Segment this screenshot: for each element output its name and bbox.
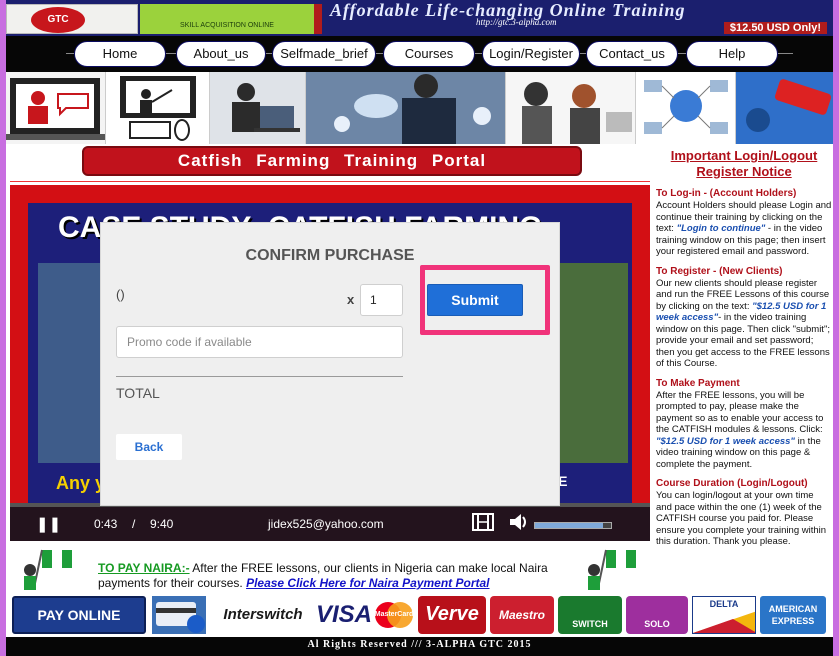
notice-highlight-text: "$12.5 USD for 1 week access"	[656, 435, 795, 447]
laptop-user-icon	[232, 83, 300, 132]
main-nav: Home About_us Selfmade_brief Courses Log…	[6, 36, 833, 72]
nav-about-us[interactable]: About_us	[176, 41, 266, 67]
login-notice-panel: Important Login/Logout Register Notice T…	[656, 148, 832, 548]
laptop-user-photo	[210, 72, 306, 144]
presenter-image	[106, 72, 210, 144]
solo-logo: SOLO	[626, 596, 688, 634]
banner-price: $12.50 USD Only!	[723, 22, 827, 34]
volume-fill	[535, 523, 604, 528]
page: GTC SKILL ACQUISITION ONLINE Affordable …	[6, 0, 833, 656]
portal-title: Catfish Farming Training Portal	[82, 146, 582, 176]
modal-title: CONFIRM PURCHASE	[245, 247, 415, 264]
delta-logo: DELTA	[692, 596, 756, 634]
nav-selfmade-brief[interactable]: Selfmade_brief	[272, 41, 376, 67]
online-training-image	[736, 72, 833, 144]
support-agents-photo	[506, 72, 636, 144]
confirm-purchase-modal: CONFIRM PURCHASE () x Submit TOTAL Back	[100, 222, 560, 506]
banner-divider	[314, 4, 322, 34]
video-right-thumb	[548, 263, 628, 463]
visa-logo: VISA	[316, 601, 372, 628]
video-controls: ❚❚ 0:43 / 9:40 jidex525@yahoo.com	[10, 503, 650, 541]
volume-slider[interactable]	[534, 522, 612, 529]
pause-icon[interactable]: ❚❚	[36, 515, 61, 533]
card-padlock-icon	[152, 596, 206, 634]
notice-sections: To Log-in - (Account Holders) Account Hol…	[656, 188, 832, 548]
notice-text: You can login/logout at your own time an…	[656, 490, 827, 547]
current-time: 0:43	[94, 517, 118, 531]
mastercard-text: MasterCard	[374, 611, 414, 618]
top-banner: GTC SKILL ACQUISITION ONLINE Affordable …	[6, 0, 833, 36]
notice-heading[interactable]: Important Login/Logout Register Notice	[656, 148, 832, 180]
notice-section-body: Our new clients should please register a…	[656, 278, 832, 370]
interswitch-logo: Interswitch	[223, 606, 303, 623]
quantity-multiplier: x	[347, 292, 355, 307]
gtc-logo-text: GTC	[31, 7, 85, 33]
gtc-logo[interactable]: GTC	[6, 4, 138, 34]
notice-section-heading: To Make Payment	[656, 377, 740, 389]
total-label: TOTAL	[116, 385, 160, 401]
nigeria-flag-figure-icon	[588, 549, 636, 590]
network-globe-image	[636, 72, 736, 144]
online-training-icon	[736, 72, 833, 144]
footer: Al Rights Reserved /// 3-ALPHA GTC 2015	[6, 637, 833, 656]
back-button[interactable]: Back	[116, 434, 182, 460]
nav-courses[interactable]: Courses	[383, 41, 475, 67]
mastercard-logo: MasterCard	[374, 596, 414, 634]
header-photo-strip	[6, 72, 833, 144]
nav-login-register[interactable]: Login/Register	[482, 41, 580, 67]
naira-label: TO PAY NAIRA:-	[98, 561, 190, 575]
teacher-laptop-image	[6, 72, 106, 144]
duration: 9:40	[150, 517, 174, 531]
nav-help[interactable]: Help	[686, 41, 778, 67]
amex-logo: AMERICAN EXPRESS	[760, 596, 826, 634]
time-separator: /	[132, 517, 136, 531]
naira-payment-link[interactable]: Please Click Here for Naira Payment Port…	[246, 576, 489, 590]
user-email: jidex525@yahoo.com	[268, 517, 384, 531]
volume-icon[interactable]	[508, 512, 530, 535]
total-divider	[116, 376, 403, 377]
pay-online-button[interactable]: PAY ONLINE	[12, 596, 146, 634]
quantity-input[interactable]	[360, 284, 403, 316]
delta-text: DELTA	[709, 599, 739, 609]
skill-banner: SKILL ACQUISITION ONLINE	[140, 4, 314, 34]
submit-button[interactable]: Submit	[427, 284, 523, 316]
maestro-logo: Maestro	[490, 596, 554, 634]
switch-logo: SWITCH	[558, 596, 622, 634]
notice-highlight-text: "Login to continue"	[676, 223, 766, 234]
nav-home[interactable]: Home	[74, 41, 166, 67]
network-globe-icon	[644, 80, 728, 134]
notice-section-body: You can login/logout at your own time an…	[656, 490, 832, 548]
notice-text: After the FREE lessons, you will be prom…	[656, 389, 824, 436]
naira-payment-info: TO PAY NAIRA:- After the FREE lessons, o…	[98, 561, 568, 591]
nigeria-flag-figure-icon	[24, 549, 72, 590]
teacher-laptop-icon	[6, 78, 105, 140]
banner-site-url: http://gtc.3-alpha.com	[476, 17, 557, 27]
support-agents-icon	[522, 82, 632, 144]
notice-section-heading: To Register - (New Clients)	[656, 265, 783, 277]
businessman-cloud-icon	[306, 72, 505, 144]
promo-code-input[interactable]	[116, 326, 403, 358]
nav-contact-us[interactable]: Contact_us	[586, 41, 678, 67]
section-divider	[10, 181, 650, 182]
notice-section-body: Account Holders should please Login and …	[656, 200, 832, 258]
businessman-cloud-photo	[306, 72, 506, 144]
chapters-icon[interactable]	[472, 513, 494, 534]
notice-section-body: After the FREE lessons, you will be prom…	[656, 390, 832, 471]
notice-section-heading: To Log-in - (Account Holders)	[656, 188, 797, 199]
notice-section-heading: Course Duration (Login/Logout)	[656, 478, 808, 489]
presenter-icon	[120, 76, 196, 141]
verve-logo: Verve	[418, 596, 486, 634]
product-name: ()	[116, 287, 125, 302]
payment-methods: PAY ONLINE Interswitch VISA MasterCard V…	[10, 596, 830, 636]
